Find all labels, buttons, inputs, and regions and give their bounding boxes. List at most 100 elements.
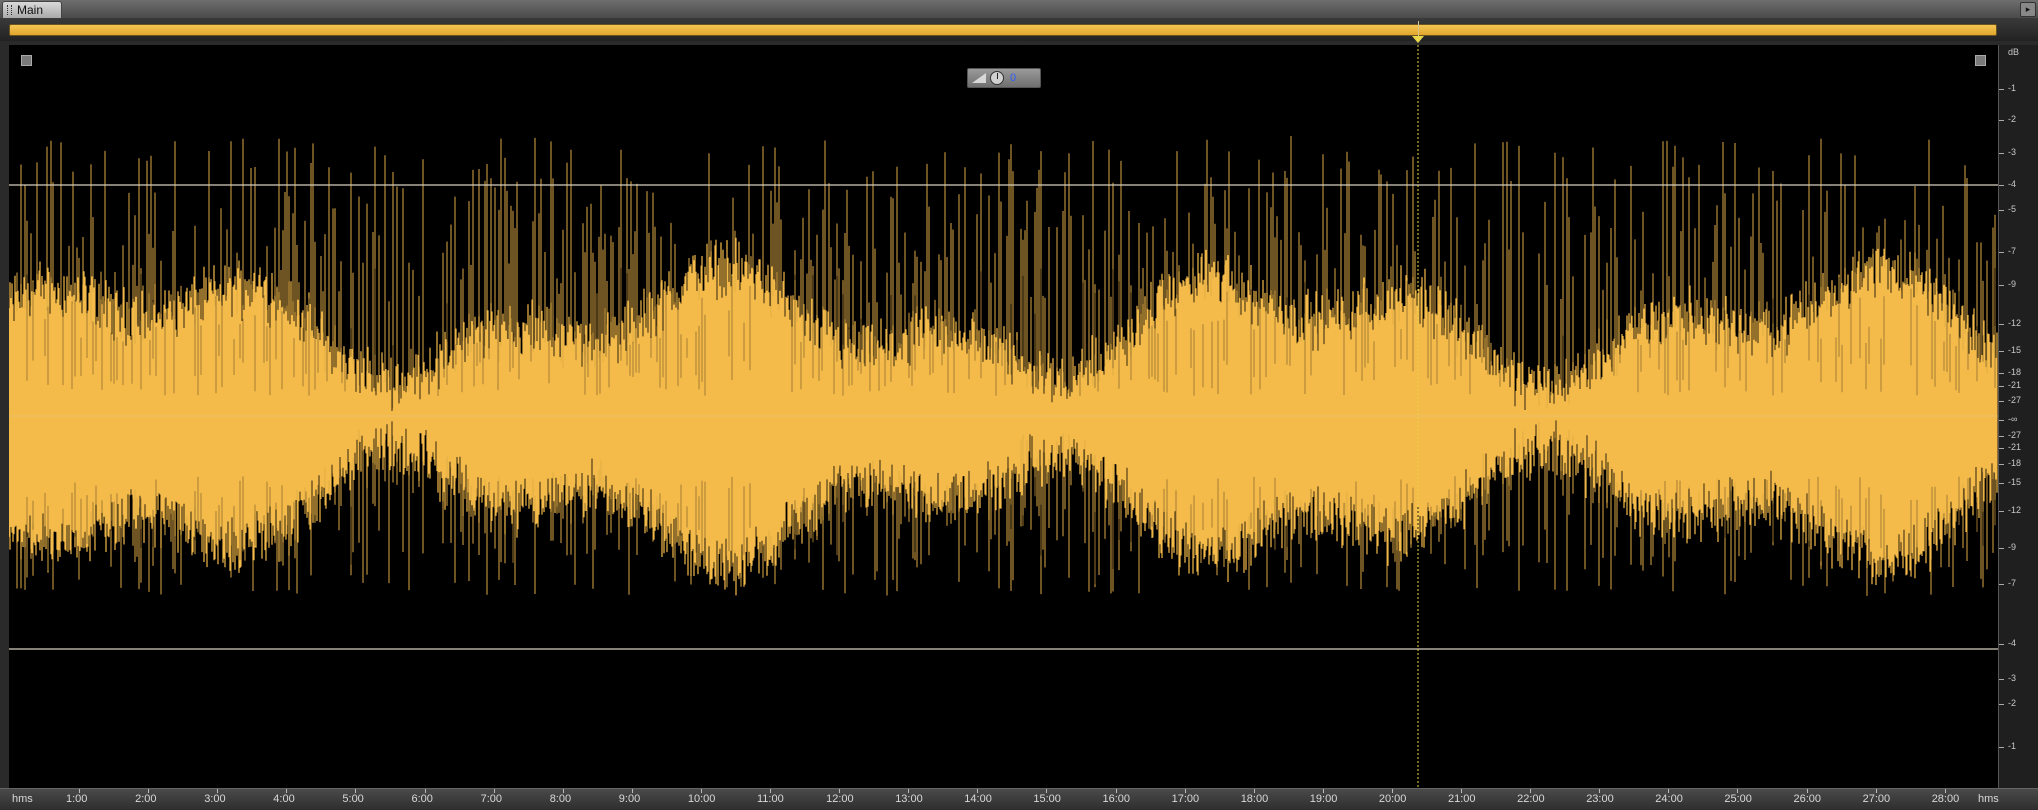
waveform-display[interactable]: 0 — [9, 45, 1998, 788]
time-tick-label: 19:00 — [1309, 793, 1338, 805]
time-tick-label: 26:00 — [1793, 793, 1822, 805]
time-tick-label: 11:00 — [757, 793, 784, 805]
db-tick — [1999, 324, 2004, 325]
db-tick-label: -3 — [2008, 147, 2017, 157]
db-tick — [1999, 436, 2004, 437]
db-tick — [1999, 584, 2004, 585]
time-tick-label: 7:00 — [480, 793, 503, 805]
time-tick-label: 13:00 — [895, 793, 923, 805]
db-tick-label: -12 — [2008, 318, 2022, 328]
db-tick-label: -4 — [2008, 638, 2017, 648]
db-tick — [1999, 351, 2004, 352]
time-tick — [217, 789, 219, 793]
db-tick — [1999, 644, 2004, 645]
time-tick-label: 23:00 — [1586, 793, 1614, 805]
time-tick-label: 3:00 — [204, 793, 226, 805]
zoom-corner-icon[interactable] — [21, 55, 32, 66]
hud-gain-value[interactable]: 0 — [1010, 72, 1016, 84]
db-tick-label: -1 — [2008, 83, 2017, 93]
time-tick-label: 15:00 — [1033, 793, 1061, 805]
time-tick — [631, 789, 633, 793]
time-tick — [1184, 789, 1186, 793]
db-tick-label: -12 — [2008, 505, 2022, 515]
db-tick — [1999, 373, 2004, 374]
db-tick — [1999, 401, 2004, 402]
db-tick — [1999, 89, 2004, 90]
db-tick-label: -2 — [2008, 698, 2017, 708]
time-tick — [1737, 789, 1739, 793]
time-tick — [493, 789, 495, 793]
overview-navigator[interactable] — [0, 18, 2038, 41]
time-tick — [977, 789, 979, 793]
db-tick-label: -15 — [2008, 345, 2022, 355]
time-tick — [1599, 789, 1601, 793]
db-tick-label: -15 — [2008, 477, 2022, 487]
tab-main[interactable]: Main — [2, 1, 62, 18]
db-tick-label: -7 — [2008, 246, 2017, 256]
db-tick — [1999, 448, 2004, 449]
db-tick — [1999, 679, 2004, 680]
time-tick-label: 25:00 — [1724, 793, 1752, 805]
panel-tab-bar: Main ▸ — [0, 0, 2038, 19]
db-tick-label: -9 — [2008, 279, 2017, 289]
time-tick — [1944, 789, 1946, 793]
time-tick-label: 20:00 — [1378, 793, 1407, 805]
time-tick-label: 9:00 — [618, 793, 641, 805]
tab-grip-icon[interactable] — [7, 5, 12, 15]
time-tick — [1253, 789, 1255, 793]
time-tick-label: 2:00 — [135, 793, 157, 805]
time-tick — [148, 789, 150, 793]
time-tick — [1875, 789, 1877, 793]
time-tick-label: 21:00 — [1448, 793, 1476, 805]
db-tick-label: -21 — [2008, 380, 2022, 390]
time-tick — [1322, 789, 1324, 793]
db-tick-label: -4 — [2008, 179, 2017, 189]
time-tick-label: 18:00 — [1240, 793, 1269, 805]
time-tick-label: 6:00 — [411, 793, 433, 805]
zoom-corner-icon[interactable] — [1975, 55, 1986, 66]
time-tick — [908, 789, 910, 793]
db-tick-label: -3 — [2008, 673, 2017, 683]
overview-zoom-bar[interactable] — [9, 24, 1997, 36]
time-tick — [562, 789, 564, 793]
db-tick — [1999, 420, 2004, 421]
time-tick-label: 17:00 — [1171, 793, 1200, 805]
db-tick — [1999, 548, 2004, 549]
waveform-svg[interactable] — [9, 45, 1998, 788]
db-tick — [1999, 464, 2004, 465]
db-tick — [1999, 120, 2004, 121]
time-tick — [770, 789, 771, 793]
db-ruler: dB -1 -2 -3 -4 -5 -7 -9 -12 -15 -18 -21 -27 -∞ -27 -21… — [1998, 45, 2038, 788]
db-tick-label: -9 — [2008, 542, 2017, 552]
time-tick-label: 24:00 — [1655, 793, 1683, 805]
time-tick — [1530, 789, 1532, 793]
time-tick-label: 28:00 — [1931, 793, 1960, 805]
db-tick — [1999, 210, 2004, 211]
time-tick — [79, 789, 80, 793]
time-tick-label: 16:00 — [1102, 793, 1131, 805]
db-tick-label: -21 — [2008, 442, 2022, 452]
knob-icon[interactable] — [990, 71, 1004, 85]
time-tick — [1668, 789, 1670, 793]
time-tick — [355, 789, 357, 793]
db-tick — [1999, 252, 2004, 253]
time-tick — [286, 789, 288, 793]
db-tick — [1999, 704, 2004, 705]
time-tick — [1391, 789, 1393, 793]
time-tick-label: 5:00 — [342, 793, 364, 805]
db-tick-label: -27 — [2008, 395, 2022, 405]
db-tick — [1999, 285, 2004, 286]
db-tick-label: -27 — [2008, 430, 2022, 440]
tab-main-label: Main — [17, 3, 44, 17]
time-tick — [1046, 789, 1048, 793]
time-unit-right: hms — [1978, 793, 1999, 805]
time-tick-label: 22:00 — [1517, 793, 1545, 805]
time-ruler[interactable]: hms hms 1:00 2:00 3:00 4:00 5:00 6:00 7:00 8:00… — [0, 788, 2038, 810]
time-tick-label: 1:00 — [66, 793, 88, 805]
volume-hud[interactable]: 0 — [967, 68, 1041, 88]
time-unit-left: hms — [12, 793, 33, 805]
db-tick-label: -1 — [2008, 741, 2017, 751]
playhead-marker-icon[interactable] — [1412, 36, 1424, 43]
panel-menu-icon[interactable]: ▸ — [2020, 2, 2036, 17]
db-tick-label: -5 — [2008, 204, 2017, 214]
